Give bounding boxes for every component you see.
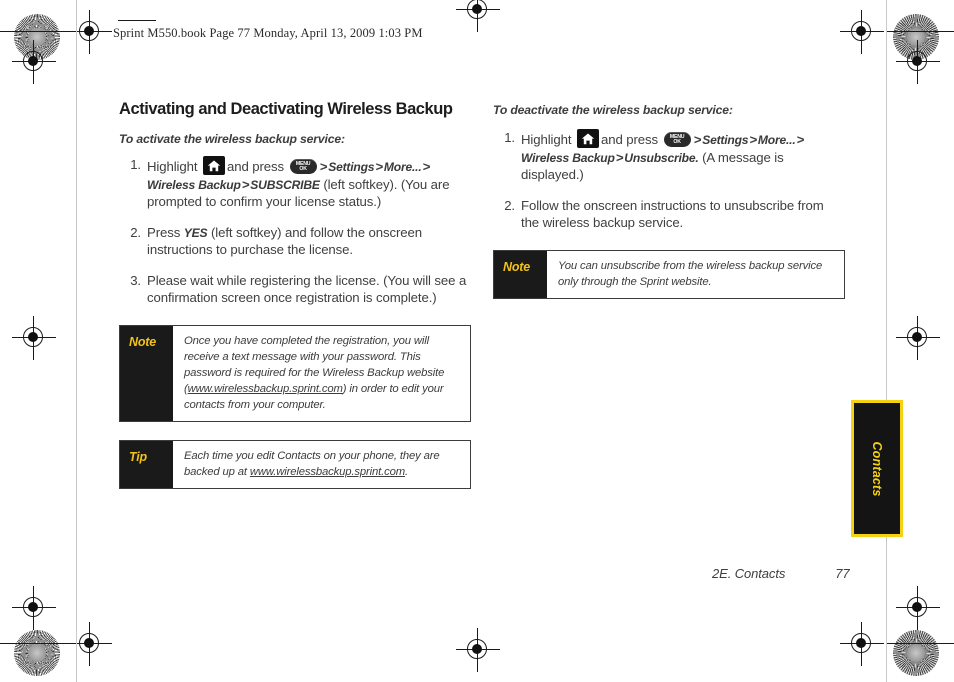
list-item: 1. Highlight and press MENU OK >Settings>M… (493, 129, 845, 184)
step-separator: > (615, 149, 624, 165)
menu-path-item: More... (383, 160, 422, 175)
step-separator: > (375, 159, 383, 175)
step-number: 1. (130, 157, 141, 173)
left-steps-list: 1. Highlight and press MENU OK >Settings>M… (119, 156, 471, 307)
right-text-column: To deactivate the wireless backup servic… (493, 100, 845, 299)
chapter-side-tab-label: Contacts (870, 440, 884, 497)
footer-page-number: 77 (835, 566, 850, 581)
step-text-part: Highlight (147, 159, 198, 175)
step-separator: > (241, 176, 250, 192)
trim-line-bottom-left (0, 643, 68, 645)
step-separator: > (693, 132, 702, 147)
tip-label: Tip (129, 450, 147, 465)
tip-callout-box: Tip Each time you edit Contacts on your … (119, 440, 471, 490)
tip-body: Each time you edit Contacts on your phon… (173, 441, 470, 488)
menu-path-item: Wireless Backup (521, 150, 615, 165)
note-label-cell: Note (120, 325, 173, 422)
menu-ok-key-icon: MENU OK (289, 159, 317, 175)
registration-crosshair-bottom-right (840, 622, 884, 666)
step-number: 1. (504, 130, 515, 145)
registration-crosshair-mid-right (896, 316, 940, 360)
step-separator: > (749, 132, 757, 147)
step-number: 3. (130, 272, 141, 288)
tip-url-link[interactable]: www.wirelessbackup.sprint.com (250, 466, 405, 478)
step-text-part: and press (601, 132, 659, 147)
note-body: You can unsubscribe from the wireless ba… (558, 259, 823, 288)
step-text-part: and press (227, 159, 285, 175)
menu-path-item: SUBSCRIBE (250, 177, 320, 192)
home-icon (577, 129, 599, 148)
guide-line-left (76, 0, 78, 682)
guide-line-right (886, 0, 888, 682)
registration-crosshair-top-center (456, 0, 500, 32)
trim-line-top-left (0, 31, 68, 33)
document-header-line: Sprint M550.book Page 77 Monday, April 1… (113, 26, 423, 40)
registration-starburst-bottom-right (893, 630, 939, 676)
registration-crosshair-upper-right (896, 40, 940, 84)
registration-starburst-top-right (893, 14, 939, 60)
note-label: Note (129, 334, 156, 349)
list-item: 1. Highlight and press MENU OK >Settings>M… (119, 156, 471, 211)
step-text-part: Please wait while registering the licens… (147, 272, 467, 306)
step-text-part: Highlight (521, 132, 572, 147)
step-text-part: Follow the onscreen instructions to unsu… (521, 197, 824, 231)
registration-crosshair-bottom-left (68, 622, 112, 666)
step-separator: > (422, 159, 431, 175)
note-label: Note (503, 259, 530, 274)
registration-crosshair-mid-left (12, 316, 56, 360)
menu-path-item: Settings (328, 160, 375, 175)
menu-path-item: Unsubscribe. (624, 150, 699, 165)
trim-line-bottom-right (886, 643, 954, 645)
right-lead-in-text: To deactivate the wireless backup servic… (493, 103, 733, 117)
registration-crosshair-lower-left (12, 586, 56, 630)
trim-line-top-right (886, 31, 954, 33)
menu-path-item: Wireless Backup (147, 177, 241, 192)
step-separator: > (319, 159, 328, 175)
registration-crosshair-bottom-center (456, 628, 500, 672)
step-number: 2. (504, 197, 515, 213)
registration-starburst-top-left (14, 14, 60, 60)
left-lead-in-text: To activate the wireless backup service: (119, 132, 345, 147)
tip-text-after: . (405, 466, 409, 479)
note-label-cell: Note (494, 250, 547, 298)
list-item: 2. Follow the onscreen instructions to un… (493, 197, 845, 232)
list-item: 3. Please wait while registering the lice… (119, 272, 471, 307)
page-title: Activating and Deactivating Wireless Bac… (119, 100, 453, 118)
note-body: Once you have completed the registration… (173, 326, 470, 421)
home-icon (203, 156, 225, 176)
menu-path-item: More... (757, 133, 796, 147)
tip-label-cell: Tip (120, 441, 173, 489)
note-url-link[interactable]: www.wirelessbackup.sprint.com (188, 383, 343, 395)
menu-ok-key-icon: MENU OK (663, 132, 691, 147)
list-item: 2. Press YES (left softkey) and follow th… (119, 224, 471, 259)
page-footer: 2E. Contacts 77 (712, 566, 850, 581)
trim-line-header-rule (118, 20, 156, 22)
softkey-label: YES (183, 225, 208, 240)
menu-path-item: Settings (702, 133, 749, 147)
note-callout-box: Note Once you have completed the registr… (119, 324, 471, 423)
step-number: 2. (130, 224, 141, 240)
footer-chapter-label: 2E. Contacts (712, 566, 786, 581)
right-steps-list: 1. Highlight and press MENU OK >Settings>M… (493, 129, 845, 232)
note-callout-box: Note You can unsubscribe from the wirele… (493, 249, 845, 299)
step-text-part: Press (147, 224, 181, 240)
registration-crosshair-lower-right (896, 586, 940, 630)
step-separator: > (796, 132, 805, 147)
registration-crosshair-top-left (68, 10, 112, 54)
left-text-column: Activating and Deactivating Wireless Bac… (119, 100, 471, 490)
registration-crosshair-top-right (840, 10, 884, 54)
chapter-side-tab: Contacts (851, 400, 903, 537)
registration-crosshair-upper-left (12, 40, 56, 84)
registration-starburst-bottom-left (14, 630, 60, 676)
